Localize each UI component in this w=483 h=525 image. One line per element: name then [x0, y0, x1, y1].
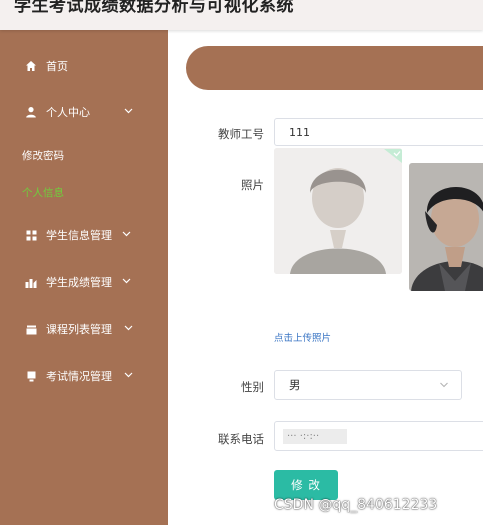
photo-preview [409, 163, 483, 291]
chevron-down-icon [122, 230, 131, 240]
top-bar: 学生考试成绩数据分析与可视化系统 [0, 0, 483, 30]
list-icon [24, 322, 38, 336]
gender-label: 性别 [241, 380, 264, 394]
uploaded-photo-thumbnail[interactable] [274, 148, 402, 274]
home-icon [24, 59, 38, 73]
phone-value: ··· ·:·:·· [283, 428, 348, 444]
photo-label: 照片 [241, 178, 264, 192]
check-icon [384, 148, 402, 167]
grid-icon [24, 228, 38, 242]
sidebar-item-home[interactable]: 首页 [0, 55, 168, 77]
gender-value: 男 [289, 378, 301, 392]
user-icon [24, 105, 38, 119]
sidebar-item-label: 首页 [46, 60, 68, 73]
sidebar-subitem-change-password[interactable]: 修改密码 [22, 148, 64, 163]
header-banner [186, 46, 483, 90]
teacher-id-label: 教师工号 [218, 127, 264, 141]
sidebar-item-label: 考试情况管理 [46, 370, 112, 383]
chevron-down-icon [124, 107, 133, 117]
sidebar-subitem-personal-info[interactable]: 个人信息 [22, 185, 64, 200]
chevron-down-icon [122, 277, 131, 287]
chart-icon [24, 275, 38, 289]
sidebar-item-label: 学生成绩管理 [46, 276, 112, 289]
app-title: 学生考试成绩数据分析与可视化系统 [14, 0, 294, 16]
main-content: 教师工号 111 照片 点击上传照片 性别 男 联系电话 ··· ·:·:·· … [168, 30, 483, 525]
phone-field[interactable]: ··· ·:·:·· [274, 421, 483, 451]
sidebar-item-student-scores[interactable]: 学生成绩管理 [0, 271, 168, 293]
sidebar-item-label: 课程列表管理 [46, 323, 112, 336]
sidebar-item-course-list[interactable]: 课程列表管理 [0, 318, 168, 340]
upload-photo-link[interactable]: 点击上传照片 [274, 330, 331, 344]
sidebar-item-student-info[interactable]: 学生信息管理 [0, 224, 168, 246]
chevron-down-icon [124, 324, 133, 334]
document-icon [24, 369, 38, 383]
phone-label: 联系电话 [218, 432, 264, 446]
chevron-down-icon [124, 371, 133, 381]
sidebar-item-label: 学生信息管理 [46, 229, 112, 242]
teacher-id-field[interactable]: 111 [274, 118, 483, 146]
watermark: CSDN @qq_840612233 [274, 497, 438, 513]
sidebar-item-exam-status[interactable]: 考试情况管理 [0, 365, 168, 387]
sidebar-item-label: 个人中心 [46, 106, 90, 119]
sidebar: 首页 个人中心 修改密码 个人信息 学生信息管理 学生成绩管理 课程列表管理 考… [0, 30, 168, 525]
gender-select[interactable]: 男 [274, 370, 462, 400]
chevron-down-icon [439, 379, 449, 393]
sidebar-item-profile[interactable]: 个人中心 [0, 101, 168, 123]
submit-button[interactable]: 修 改 [274, 470, 338, 500]
